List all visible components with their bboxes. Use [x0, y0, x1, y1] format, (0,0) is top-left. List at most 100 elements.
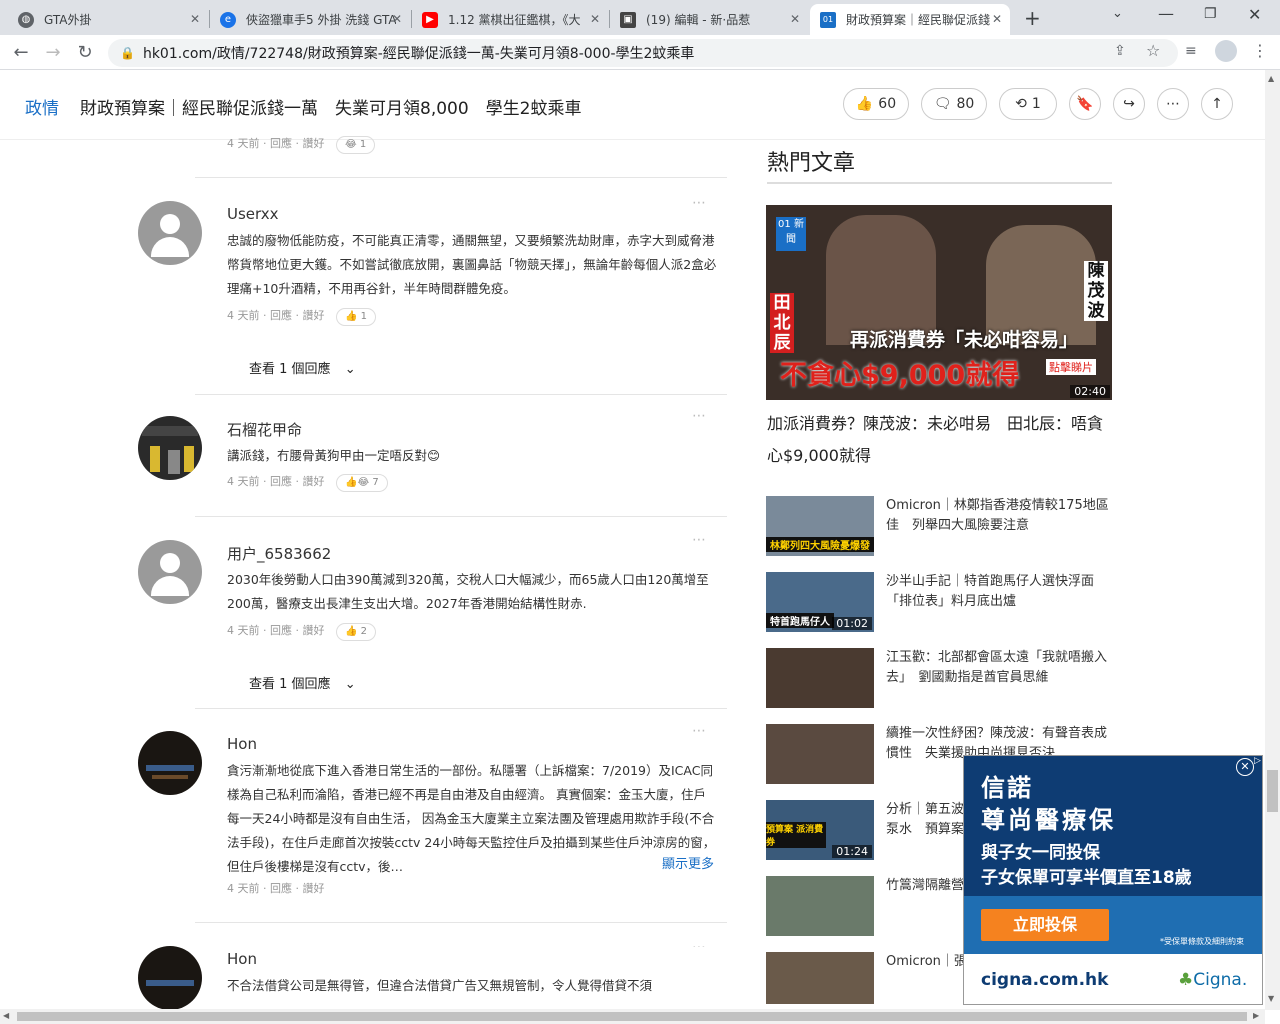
browser-toolbar: ← → ↻ 🔒 hk01.com/政情/722748/財政預算案-經民聯促派錢一…	[0, 35, 1280, 70]
comment-username[interactable]: Hon	[227, 950, 257, 968]
bookmark-star-icon[interactable]: ☆	[1146, 41, 1160, 60]
share-icon[interactable]: ⇪	[1114, 43, 1126, 59]
hot-articles-title: 熱門文章	[767, 151, 856, 176]
like-link[interactable]: 讚好	[303, 309, 325, 322]
lock-icon: 🔒	[120, 46, 135, 60]
article-thumbnail: 林鄭列四大風險憂爆發	[766, 496, 874, 556]
like-link[interactable]: 讚好	[303, 882, 325, 895]
scrollbar-thumb[interactable]	[1267, 770, 1278, 812]
close-tab-icon[interactable]: ✕	[590, 12, 600, 26]
sidebar-article-title: Omicron｜林鄭指香港疫情較175地區佳 列舉四大風險要注意	[886, 498, 1109, 533]
comment-meta: 4 天前 · 回應 · 讚好	[227, 882, 325, 895]
more-button[interactable]: ⋯	[1157, 88, 1189, 120]
comment-body: 講派錢，冇腰骨黃狗甲由一定唔反對😊	[227, 448, 441, 463]
window-close-icon[interactable]: ✕	[1248, 5, 1261, 24]
view-replies-button[interactable]: 查看 1 個回應 ⌄	[249, 358, 356, 377]
ad-fine-print: *受保單條款及細則約束	[1160, 937, 1244, 946]
comment-menu-icon[interactable]: ⋯	[692, 946, 706, 954]
repost-button[interactable]: ⟲ 1	[999, 88, 1057, 120]
browser-tab-active[interactable]: 01 財政預算案｜經民聯促派錢 ✕	[810, 4, 1010, 35]
comment-menu-icon[interactable]: ⋯	[692, 723, 706, 739]
article-thumbnail	[766, 952, 874, 1004]
article-thumbnail	[766, 876, 874, 936]
comment-username[interactable]: 石榴花甲命	[227, 419, 302, 440]
hero-article-title[interactable]: 加派消費券？陳茂波：未必咁易 田北辰：唔貪心$9,000就得	[767, 408, 1112, 472]
divider	[767, 182, 1112, 184]
hero-video-thumbnail[interactable]: 01 新聞 田北辰 陳茂波 再派消費券「未必咁容易」 不貪心$9,000就得 點…	[766, 205, 1112, 400]
comment-menu-icon[interactable]: ⋯	[692, 408, 706, 424]
show-more-link[interactable]: 顯示更多	[658, 853, 715, 872]
divider	[195, 516, 727, 517]
comment-username[interactable]: Userxx	[227, 205, 279, 223]
forward-arrow-icon[interactable]: →	[42, 42, 64, 63]
close-tab-icon[interactable]: ✕	[790, 12, 800, 26]
category-link[interactable]: 政情	[25, 94, 59, 119]
tab-search-icon[interactable]: ⌄	[1112, 6, 1123, 21]
sidebar-article[interactable]: 林鄭列四大風險憂爆發 Omicron｜林鄭指香港疫情較175地區佳 列舉四大風險…	[766, 496, 1112, 556]
advertisement-banner[interactable]: 信諾 尊尚醫療保 與子女一同投保 子女保單可享半價直至18歲 立即投保 *受保單…	[963, 755, 1263, 1005]
close-tab-icon[interactable]: ✕	[190, 12, 200, 26]
user-avatar	[138, 946, 202, 1009]
comment-meta: 4 天前 · 回應 · 讚好 👍 2	[227, 622, 377, 641]
close-tab-icon[interactable]: ✕	[392, 12, 402, 26]
comment-meta: 4 天前 · 回應 · 讚好 👍 1	[227, 307, 377, 326]
scroll-up-arrow-icon[interactable]: ▲	[1268, 74, 1274, 83]
scroll-left-arrow-icon[interactable]: ◀	[3, 1011, 9, 1020]
scroll-down-arrow-icon[interactable]: ▼	[1268, 994, 1274, 1003]
sidebar-article[interactable]: 特首跑馬仔人 01:02 沙半山手記｜特首跑馬仔人選快浮面 「排位表」料月底出爐	[766, 572, 1112, 632]
reply-link[interactable]: 回應	[270, 624, 292, 637]
share-button[interactable]: ↪	[1113, 88, 1145, 120]
view-replies-button[interactable]: 查看 1 個回應 ⌄	[249, 673, 356, 692]
comment-menu-icon[interactable]: ⋯	[692, 532, 706, 548]
reaction-badge[interactable]: 👍 2	[336, 623, 377, 641]
reply-link[interactable]: 回應	[270, 475, 292, 488]
minimize-icon[interactable]: —	[1158, 4, 1174, 23]
comment-username[interactable]: 用户_6583662	[227, 543, 331, 564]
ad-cta-button[interactable]: 立即投保	[981, 909, 1109, 941]
comment-username[interactable]: Hon	[227, 735, 257, 753]
reload-icon[interactable]: ↻	[74, 42, 96, 63]
reply-link[interactable]: 回應	[270, 882, 292, 895]
video-duration: 01:24	[832, 845, 872, 858]
like-link[interactable]: 讚好	[303, 624, 325, 637]
comment-menu-icon[interactable]: ⋯	[692, 195, 706, 211]
reply-link[interactable]: 回應	[270, 137, 292, 150]
new-tab-button[interactable]: +	[1024, 6, 1041, 30]
like-link[interactable]: 讚好	[303, 475, 325, 488]
browser-menu-icon[interactable]: ⋮	[1252, 41, 1268, 60]
browser-tab[interactable]: e 俠盜獵車手5 外掛 洗錢 GTA ✕	[210, 4, 410, 35]
reaction-badge[interactable]: 👍 1	[336, 308, 377, 326]
ad-close-icon[interactable]: ✕	[1236, 758, 1254, 776]
cigna-logo: ♣Cigna.	[1178, 970, 1248, 990]
reply-link[interactable]: 回應	[270, 309, 292, 322]
scroll-right-arrow-icon[interactable]: ▶	[1253, 1011, 1259, 1020]
browser-tab[interactable]: ▣ (19) 編輯 - 新·品惹 ✕	[610, 4, 808, 35]
comment-item: Userxx 忠誠的廢物低能防疫，不可能真正清零，通關無望，又要頻繁洗劫財庫，赤…	[138, 195, 728, 381]
bookmark-button[interactable]: 🔖	[1069, 88, 1101, 120]
vertical-scrollbar[interactable]: ▲ ▼	[1265, 70, 1280, 1010]
browser-tab[interactable]: ◍ GTA外掛 ✕	[8, 4, 208, 35]
like-link[interactable]: 讚好	[303, 137, 325, 150]
comment-item: Hon 貪污漸漸地從底下進入香港日常生活的一部份。私隱署（上訴檔案：7/2019…	[138, 723, 728, 906]
like-button[interactable]: 👍 60	[843, 88, 909, 120]
reading-list-icon[interactable]: ≡	[1185, 43, 1197, 59]
browser-tab[interactable]: ▶ 1.12 黨棋出征鑑棋，《大 ✕	[412, 4, 608, 35]
reaction-badge[interactable]: 👍😂 7	[336, 474, 388, 492]
divider	[195, 394, 727, 395]
profile-avatar-icon[interactable]	[1215, 40, 1237, 62]
scrollbar-thumb[interactable]	[17, 1012, 1247, 1021]
video-duration: 02:40	[1070, 385, 1110, 398]
sidebar-article[interactable]: 江玉歡：北部都會區太遠「我就唔搬入去」 劉國勳指是酋官員思維	[766, 648, 1112, 708]
ad-choices-icon[interactable]: ▷	[1254, 756, 1261, 766]
scroll-top-button[interactable]: ↑	[1201, 88, 1233, 120]
close-tab-icon[interactable]: ✕	[992, 12, 1002, 26]
restore-icon[interactable]: ❐	[1204, 6, 1217, 22]
comment-body: 貪污漸漸地從底下進入香港日常生活的一部份。私隱署（上訴檔案：7/2019）及IC…	[227, 763, 716, 874]
user-avatar	[138, 416, 202, 480]
address-bar[interactable]: 🔒 hk01.com/政情/722748/財政預算案-經民聯促派錢一萬-失業可月…	[108, 39, 1178, 67]
default-avatar-icon	[138, 540, 202, 604]
horizontal-scrollbar[interactable]: ◀ ▶	[0, 1009, 1265, 1024]
back-arrow-icon[interactable]: ←	[10, 42, 32, 63]
reaction-badge[interactable]: 😂 1	[336, 136, 376, 154]
comment-count-button[interactable]: 🗨 80	[921, 88, 987, 120]
